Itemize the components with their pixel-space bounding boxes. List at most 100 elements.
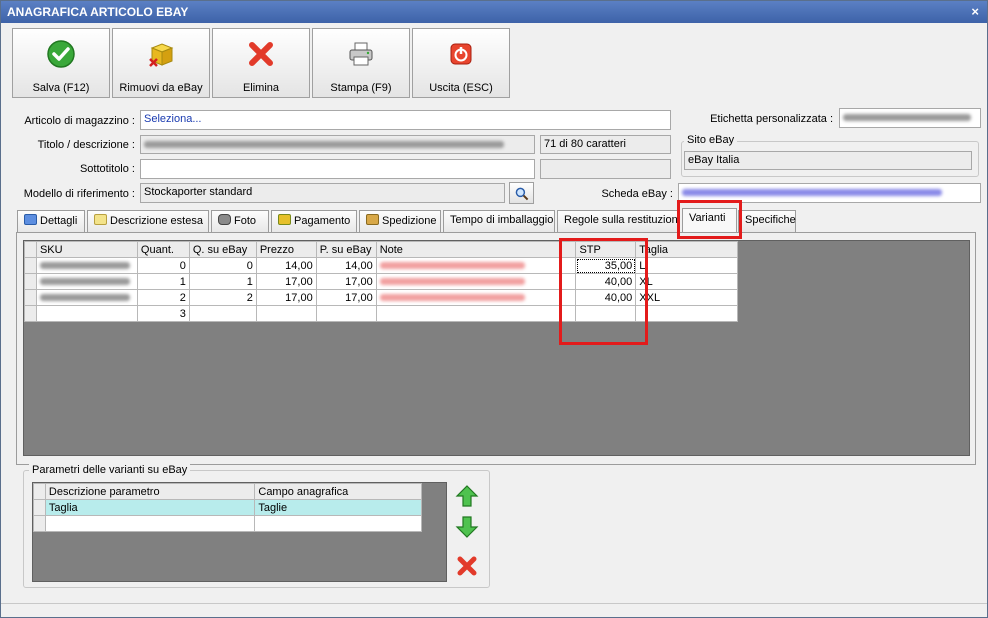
cell-quant[interactable]: 1 [136, 273, 190, 290]
etichetta-field[interactable] [839, 108, 981, 128]
tab-foto[interactable]: Foto [211, 210, 269, 232]
cell-campo[interactable]: Taglie [254, 499, 422, 516]
params-group-title: Parametri delle varianti su eBay [29, 464, 191, 476]
articolo-label: Articolo di magazzino : [24, 115, 135, 127]
save-button-label: Salva (F12) [32, 82, 90, 94]
cell-descrizione[interactable]: Taglia [44, 499, 256, 516]
cell-taglia[interactable]: XXL [635, 289, 738, 306]
header-indicator [24, 241, 37, 258]
cell-sku[interactable] [35, 257, 138, 274]
cell-empty[interactable] [44, 515, 256, 532]
header-descrizione[interactable]: Descrizione parametro [44, 483, 256, 500]
notes-icon [94, 214, 107, 225]
calendar-icon [24, 214, 37, 225]
cell-empty [35, 305, 138, 322]
header-quant[interactable]: Quant. [136, 241, 190, 258]
package-remove-icon [149, 43, 174, 67]
tab-pagamento-label: Pagamento [294, 215, 351, 227]
cell-p-ebay[interactable]: 14,00 [315, 257, 377, 274]
modello-field[interactable]: Stockaporter standard [140, 183, 505, 203]
header-campo[interactable]: Campo anagrafica [254, 483, 422, 500]
cell-q-ebay[interactable]: 1 [188, 273, 257, 290]
tab-specifiche-label: Specifiche [745, 214, 796, 226]
sottotitolo-counter [540, 159, 671, 179]
close-icon[interactable]: × [971, 4, 979, 19]
sottotitolo-field[interactable] [140, 159, 535, 179]
cell-q-ebay[interactable]: 0 [188, 257, 257, 274]
status-divider [1, 603, 987, 604]
tab-specifiche[interactable]: Specifiche [738, 210, 796, 232]
table-row[interactable]: Taglia Taglie [33, 499, 422, 516]
etichetta-label: Etichetta personalizzata : [710, 113, 833, 125]
highlight-varianti-tab [677, 200, 742, 239]
print-button[interactable]: Stampa (F9) [312, 28, 410, 98]
cell-empty [315, 305, 377, 322]
titolo-field[interactable] [140, 135, 535, 154]
tab-regole-label: Regole sulla restituzione [564, 214, 679, 226]
tab-descrizione-estesa[interactable]: Descrizione estesa [87, 210, 209, 232]
header-prezzo[interactable]: Prezzo [255, 241, 317, 258]
shipping-icon [366, 214, 379, 225]
remove-from-ebay-label: Rimuovi da eBay [119, 82, 203, 94]
articolo-field[interactable]: Seleziona... [140, 110, 671, 130]
tab-spedizione[interactable]: Spedizione [359, 210, 441, 232]
table-row-empty[interactable] [33, 515, 422, 532]
cell-empty [375, 305, 577, 322]
cell-empty [188, 305, 257, 322]
payment-icon [278, 214, 291, 225]
row-indicator [24, 257, 37, 274]
cell-quant[interactable]: 2 [136, 289, 190, 306]
header-taglia[interactable]: Taglia [635, 241, 738, 258]
titolo-redacted [144, 140, 504, 148]
move-up-icon[interactable] [455, 484, 479, 508]
cell-taglia[interactable]: XL [635, 273, 738, 290]
tab-pagamento[interactable]: Pagamento [271, 210, 357, 232]
remove-from-ebay-button[interactable]: Rimuovi da eBay [112, 28, 210, 98]
cell-sku[interactable] [35, 273, 138, 290]
check-icon [47, 40, 75, 68]
cell-note[interactable] [375, 289, 577, 306]
row-indicator [24, 305, 37, 322]
cell-taglia[interactable]: L [635, 257, 738, 274]
move-down-icon[interactable] [455, 515, 479, 539]
power-icon [450, 43, 472, 65]
header-p-ebay[interactable]: P. su eBay [315, 241, 377, 258]
row-indicator [24, 273, 37, 290]
titolo-counter: 71 di 80 caratteri [540, 135, 671, 154]
cell-empty[interactable] [254, 515, 422, 532]
search-button[interactable] [509, 182, 534, 204]
cell-prezzo[interactable]: 17,00 [255, 273, 317, 290]
header-note[interactable]: Note [375, 241, 577, 258]
cell-p-ebay[interactable]: 17,00 [315, 273, 377, 290]
window-title: ANAGRAFICA ARTICOLO EBAY [7, 5, 189, 19]
search-icon [515, 187, 529, 201]
save-button[interactable]: Salva (F12) [12, 28, 110, 98]
cell-p-ebay[interactable]: 17,00 [315, 289, 377, 306]
params-table[interactable]: Descrizione parametro Campo anagrafica T… [33, 483, 422, 532]
delete-button[interactable]: Elimina [212, 28, 310, 98]
cell-sku[interactable] [35, 289, 138, 306]
delete-param-icon[interactable] [455, 554, 479, 578]
header-sku[interactable]: SKU [35, 241, 138, 258]
cell-q-ebay[interactable]: 2 [188, 289, 257, 306]
params-header-row: Descrizione parametro Campo anagrafica [33, 483, 422, 500]
scheda-link-redacted [682, 188, 942, 196]
row-indicator [33, 499, 46, 516]
tab-regole-restituzione[interactable]: Regole sulla restituzione [557, 210, 679, 232]
cell-prezzo[interactable]: 14,00 [255, 257, 317, 274]
cell-quant[interactable]: 0 [136, 257, 190, 274]
header-q-ebay[interactable]: Q. su eBay [188, 241, 257, 258]
sito-ebay-title: Sito eBay [684, 134, 738, 146]
printer-icon [349, 42, 373, 66]
cell-note[interactable] [375, 273, 577, 290]
cell-prezzo[interactable]: 17,00 [255, 289, 317, 306]
exit-button[interactable]: Uscita (ESC) [412, 28, 510, 98]
modello-label: Modello di riferimento : [23, 188, 135, 200]
scheda-label: Scheda eBay : [601, 188, 673, 200]
tab-tempo-imballaggio[interactable]: Tempo di imballaggio [443, 210, 555, 232]
titolo-label: Titolo / descrizione : [37, 139, 135, 151]
header-indicator [33, 483, 46, 500]
cell-note[interactable] [375, 257, 577, 274]
highlight-stp-column [559, 238, 648, 345]
tab-dettagli[interactable]: Dettagli [17, 210, 85, 232]
